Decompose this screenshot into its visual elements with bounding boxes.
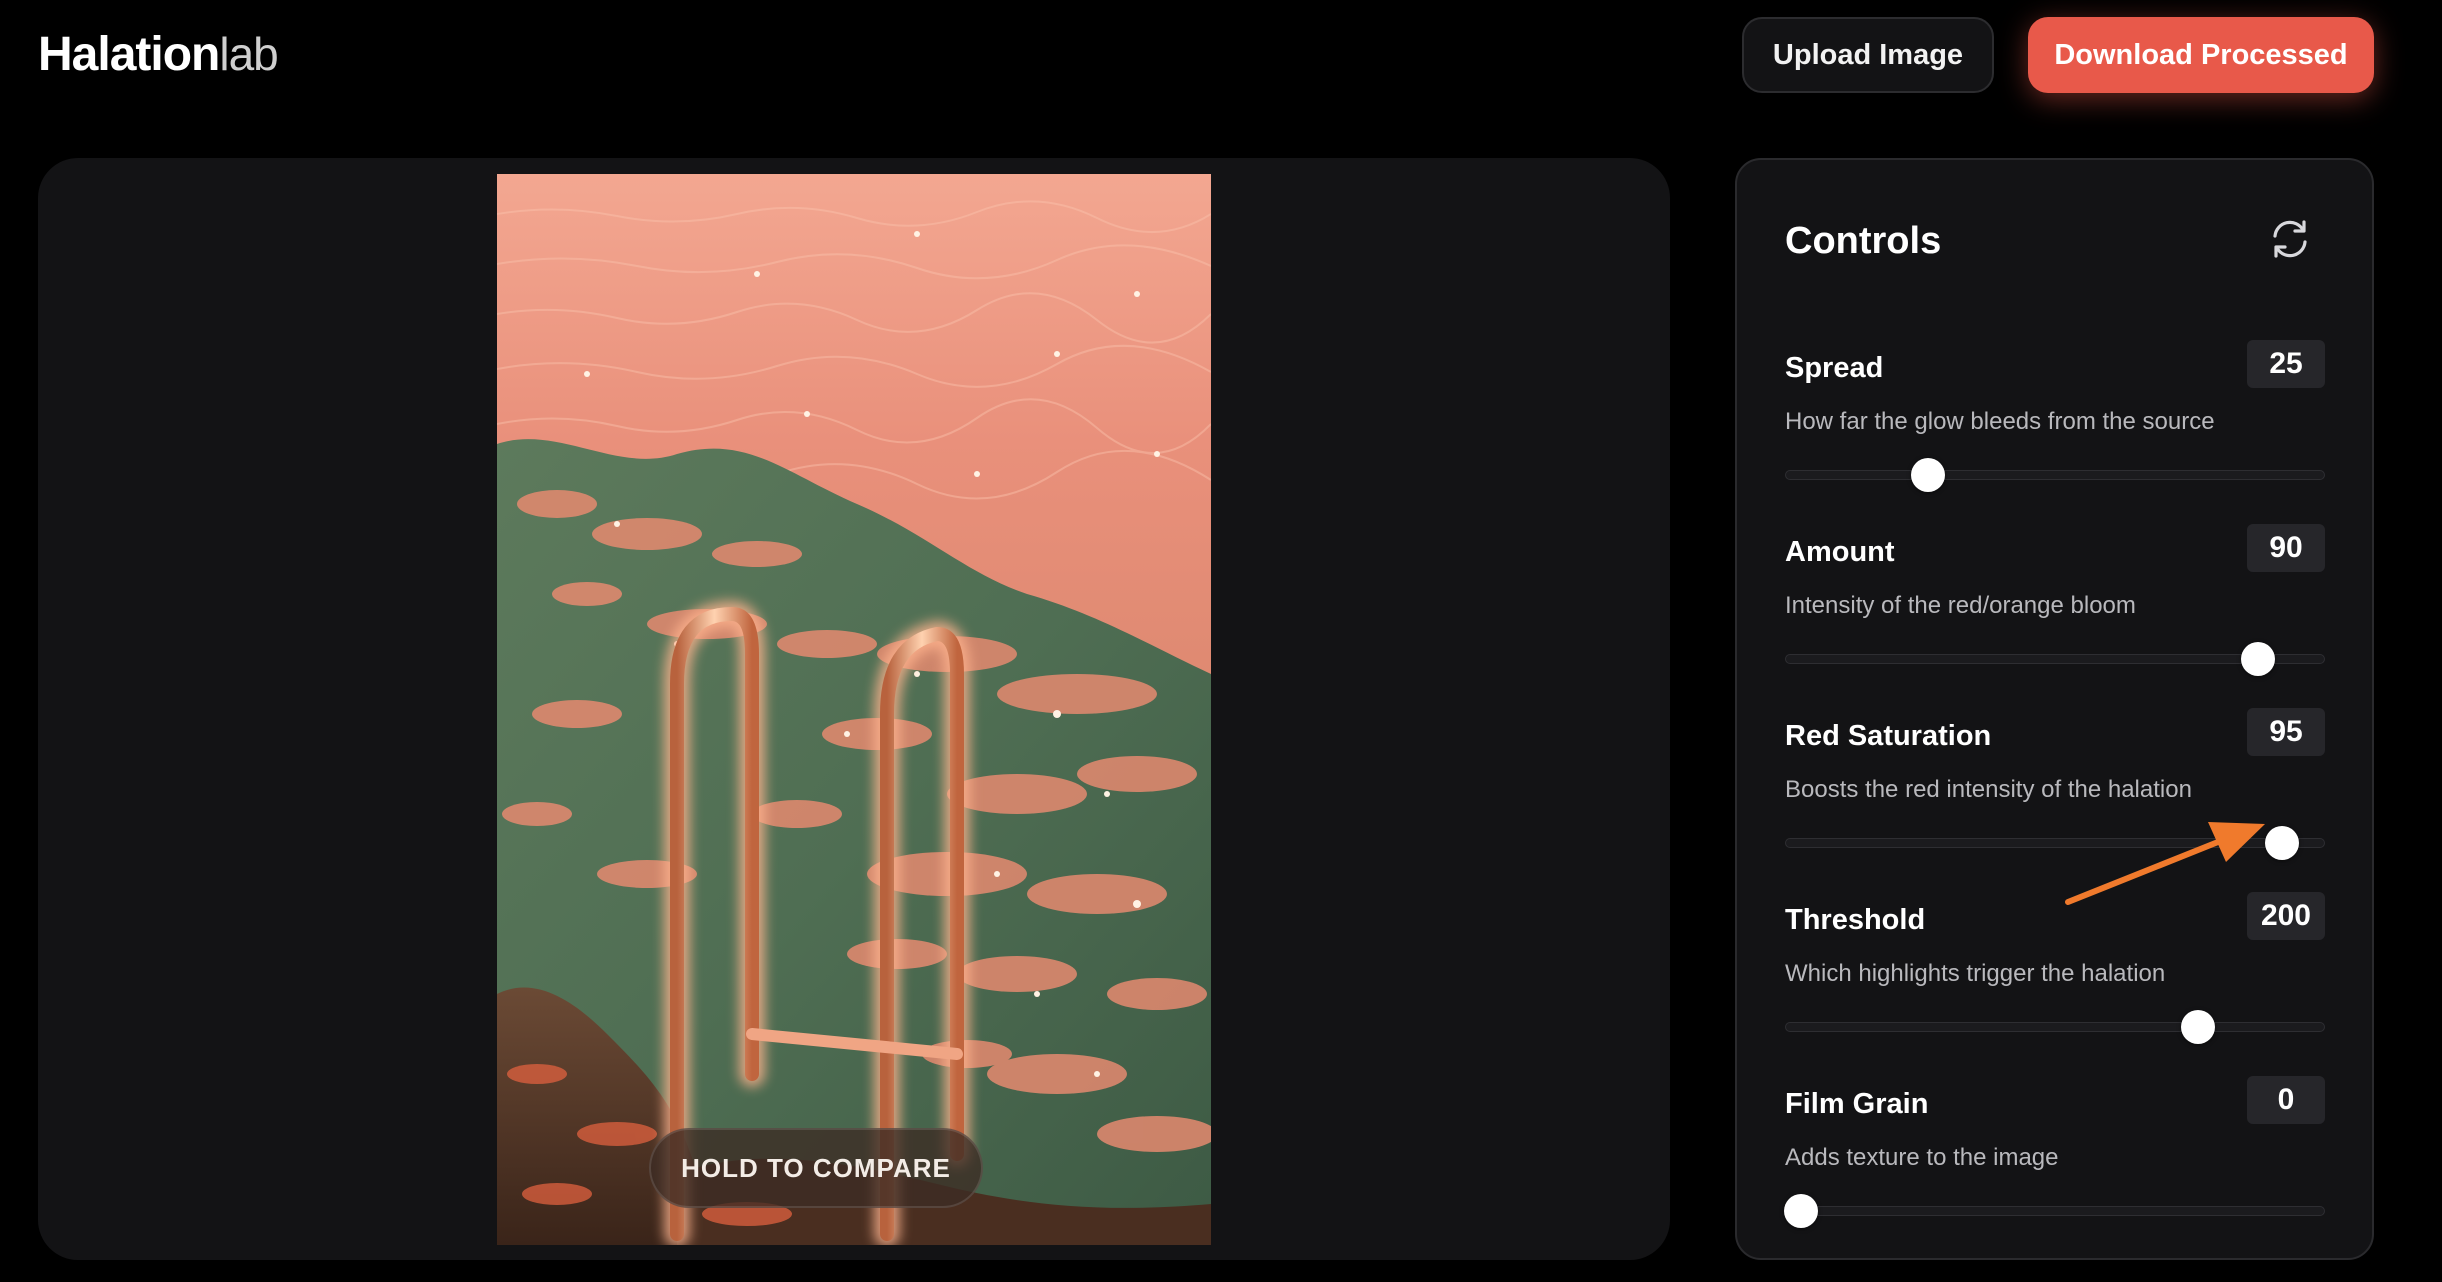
spread-description: How far the glow bleeds from the source bbox=[1785, 408, 2215, 435]
red-saturation-description: Boosts the red intensity of the halation bbox=[1785, 776, 2192, 803]
spread-control: Spread 25 How far the glow bleeds from t… bbox=[1785, 340, 2325, 500]
spread-label: Spread bbox=[1785, 352, 1884, 384]
threshold-description: Which highlights trigger the halation bbox=[1785, 960, 2166, 987]
film-grain-slider-track[interactable] bbox=[1785, 1206, 2325, 1216]
red-saturation-slider-track[interactable] bbox=[1785, 838, 2325, 848]
amount-description: Intensity of the red/orange bloom bbox=[1785, 592, 2136, 619]
red-saturation-value[interactable]: 95 bbox=[2247, 708, 2325, 756]
amount-value[interactable]: 90 bbox=[2247, 524, 2325, 572]
amount-control: Amount 90 Intensity of the red/orange bl… bbox=[1785, 524, 2325, 684]
app-root: Halationlab Upload Image Download Proces… bbox=[0, 0, 2442, 1282]
film-grain-slider-thumb[interactable] bbox=[1784, 1194, 1819, 1228]
film-grain-description: Adds texture to the image bbox=[1785, 1144, 2059, 1171]
upload-image-button[interactable]: Upload Image bbox=[1742, 17, 1994, 93]
spread-value[interactable]: 25 bbox=[2247, 340, 2325, 388]
amount-slider-thumb[interactable] bbox=[2240, 642, 2275, 676]
red-saturation-control: Red Saturation 95 Boosts the red intensi… bbox=[1785, 708, 2325, 868]
threshold-label: Threshold bbox=[1785, 904, 1926, 936]
hold-to-compare-button[interactable]: HOLD TO COMPARE bbox=[649, 1128, 983, 1208]
threshold-slider-track[interactable] bbox=[1785, 1022, 2325, 1032]
image-preview-panel bbox=[38, 158, 1670, 1260]
controls-panel: Controls Spread 25 How far the glow blee… bbox=[1735, 158, 2374, 1260]
app-logo: Halationlab bbox=[38, 24, 279, 85]
processed-image bbox=[497, 174, 1211, 1245]
spread-slider-track[interactable] bbox=[1785, 470, 2325, 480]
amount-label: Amount bbox=[1785, 536, 1895, 568]
film-grain-value[interactable]: 0 bbox=[2247, 1076, 2325, 1124]
spread-slider-thumb[interactable] bbox=[1911, 458, 1946, 492]
logo-main-text: Halation bbox=[38, 28, 220, 81]
threshold-value[interactable]: 200 bbox=[2246, 892, 2325, 940]
film-grain-control: Film Grain 0 Adds texture to the image bbox=[1784, 1076, 2325, 1236]
reset-icon[interactable] bbox=[2267, 216, 2313, 262]
logo-sub-text: lab bbox=[219, 28, 278, 80]
controls-title: Controls bbox=[1785, 220, 1942, 262]
threshold-slider-thumb[interactable] bbox=[2181, 1010, 2216, 1044]
threshold-control: Threshold 200 Which highlights trigger t… bbox=[1785, 892, 2325, 1052]
red-saturation-slider-thumb[interactable] bbox=[2264, 826, 2299, 860]
film-grain-label: Film Grain bbox=[1785, 1088, 1929, 1120]
red-saturation-label: Red Saturation bbox=[1785, 720, 1992, 752]
download-processed-button[interactable]: Download Processed bbox=[2028, 17, 2374, 93]
